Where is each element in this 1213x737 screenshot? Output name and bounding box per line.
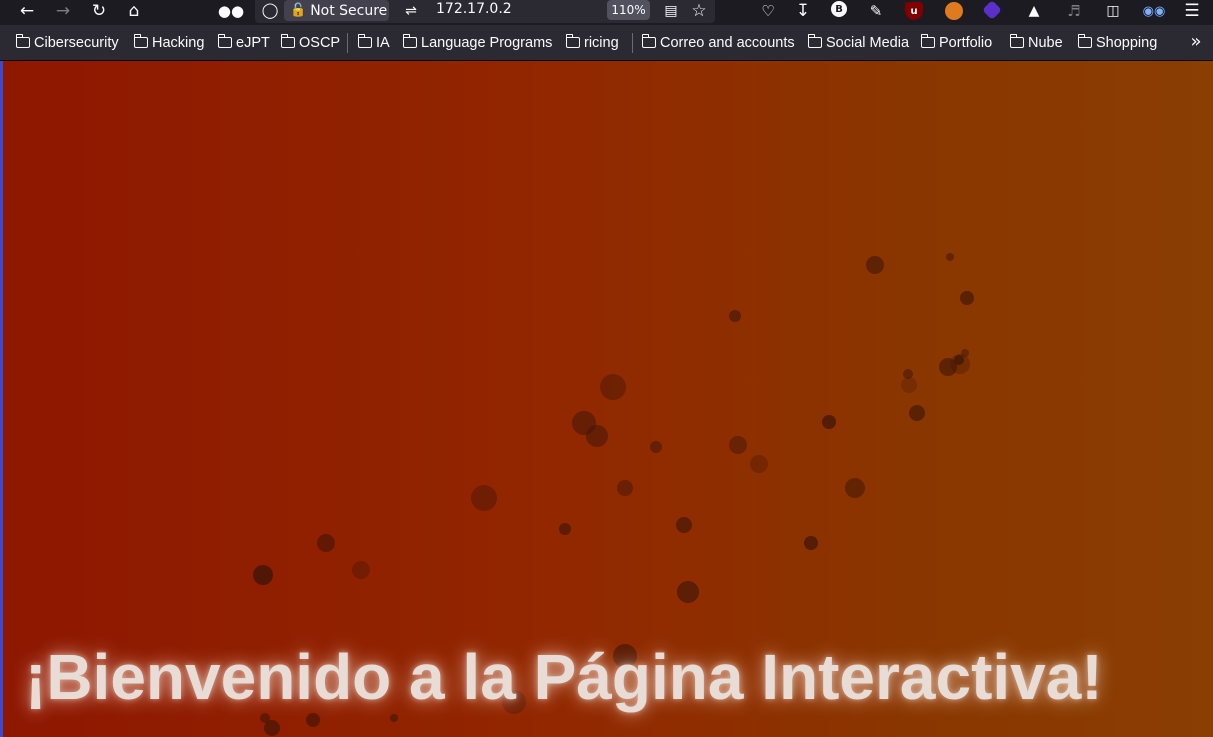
ext-sneaker-icon[interactable]: ▲ [1022,0,1046,22]
bubble [954,355,964,365]
home-icon[interactable]: ⌂ [122,0,146,22]
bubble [729,310,741,322]
private-browsing-mask-icon: ●● [217,1,245,20]
bubble [600,374,626,400]
bubble [901,377,917,393]
bubble [471,485,497,511]
bubble [586,425,608,447]
server-icon[interactable]: ▤ [659,0,683,22]
address-bar[interactable]: ◯ 🔓 Not Secure ⇌ 172.17.0.2 110% ▤ ☆ [255,0,715,23]
bubble [960,291,974,305]
security-label: Not Secure [310,2,388,19]
page-viewport: ¡Bienvenido a la Página Interactiva! [0,61,1213,737]
bubble [650,441,662,453]
bubble [617,480,633,496]
bubble [264,720,280,736]
folder-icon [807,34,822,48]
folder-icon [133,34,148,48]
shield-icon[interactable]: ◯ [258,0,282,21]
bookmark-folder-oscp[interactable]: OSCP [280,25,340,60]
bubble [729,436,747,454]
bookmark-folder-portfolio[interactable]: Portfolio [920,25,992,60]
bookmark-folder-ricing[interactable]: ricing [565,25,619,60]
ext-purple-icon[interactable] [982,0,1002,20]
not-secure-indicator[interactable]: 🔓 Not Secure [284,0,389,21]
browser-toolbar: ← → ↻ ⌂ ●● ◯ 🔓 Not Secure ⇌ 172.17.0.2 1… [0,0,1213,25]
ublock-icon[interactable]: u [905,2,923,20]
folder-icon [280,34,295,48]
forward-icon[interactable]: → [51,0,75,22]
bubble [253,565,273,585]
bubble [390,714,398,722]
url-text[interactable]: 172.17.0.2 [436,1,512,17]
bubble [804,536,818,550]
bubble [317,534,335,552]
folder-icon [920,34,935,48]
bookmark-folder-ejpt[interactable]: eJPT [217,25,270,60]
folder-icon [641,34,656,48]
bubble [822,415,836,429]
bubble [306,713,320,727]
insecure-lock-icon: 🔓 [290,3,307,18]
puzzle-icon[interactable]: ✎ [864,0,888,22]
bubble [909,405,925,421]
bubble [866,256,884,274]
bubble [676,517,692,533]
b-extension-icon[interactable]: B [831,1,847,17]
download-icon[interactable]: ↧ [791,0,815,22]
mask-icon[interactable]: ◉◉ [1142,0,1166,22]
bubble [750,455,768,473]
bubble [677,581,699,603]
bubble [961,349,969,357]
speaker-icon[interactable]: ♬ [1062,0,1086,22]
bubble [946,253,954,261]
folder-icon [15,34,30,48]
bookmark-folder-ia[interactable]: IA [357,25,390,60]
folder-icon [1077,34,1092,48]
bubbles-layer [253,253,974,736]
pocket-icon[interactable]: ♡ [756,0,780,22]
page-headline: ¡Bienvenido a la Página Interactiva! [25,641,1103,713]
folder-icon [217,34,232,48]
zoom-level-badge[interactable]: 110% [607,0,650,20]
ext-orange-icon[interactable] [945,2,963,20]
bookmark-star-icon[interactable]: ☆ [687,0,711,22]
bookmark-separator [347,33,348,53]
bubble [352,561,370,579]
bookmark-folder-cibersecurity[interactable]: Cibersecurity [15,25,119,60]
bubble [845,478,865,498]
menu-icon[interactable]: ☰ [1180,0,1204,22]
bookmark-separator [632,33,633,53]
folder-icon [565,34,580,48]
bubble [559,523,571,535]
bookmark-folder-language-programs[interactable]: Language Programs [402,25,552,60]
back-icon[interactable]: ← [15,0,39,22]
bookmark-folder-shopping[interactable]: Shopping [1077,25,1157,60]
bookmark-folder-nube[interactable]: Nube [1009,25,1063,60]
trash-icon[interactable]: ◫ [1101,0,1125,22]
folder-icon [1009,34,1024,48]
bookmarks-toolbar: Cibersecurity Hacking eJPT OSCP IA Langu… [0,25,1213,61]
bookmark-folder-social-media[interactable]: Social Media [807,25,909,60]
bookmark-folder-hacking[interactable]: Hacking [133,25,204,60]
folder-icon [402,34,417,48]
folder-icon [357,34,372,48]
reload-icon[interactable]: ↻ [87,0,111,22]
permissions-icon[interactable]: ⇌ [399,0,423,22]
chevron-right-icon[interactable]: » [1184,31,1208,53]
bookmark-folder-correo-and-accounts[interactable]: Correo and accounts [641,25,795,60]
